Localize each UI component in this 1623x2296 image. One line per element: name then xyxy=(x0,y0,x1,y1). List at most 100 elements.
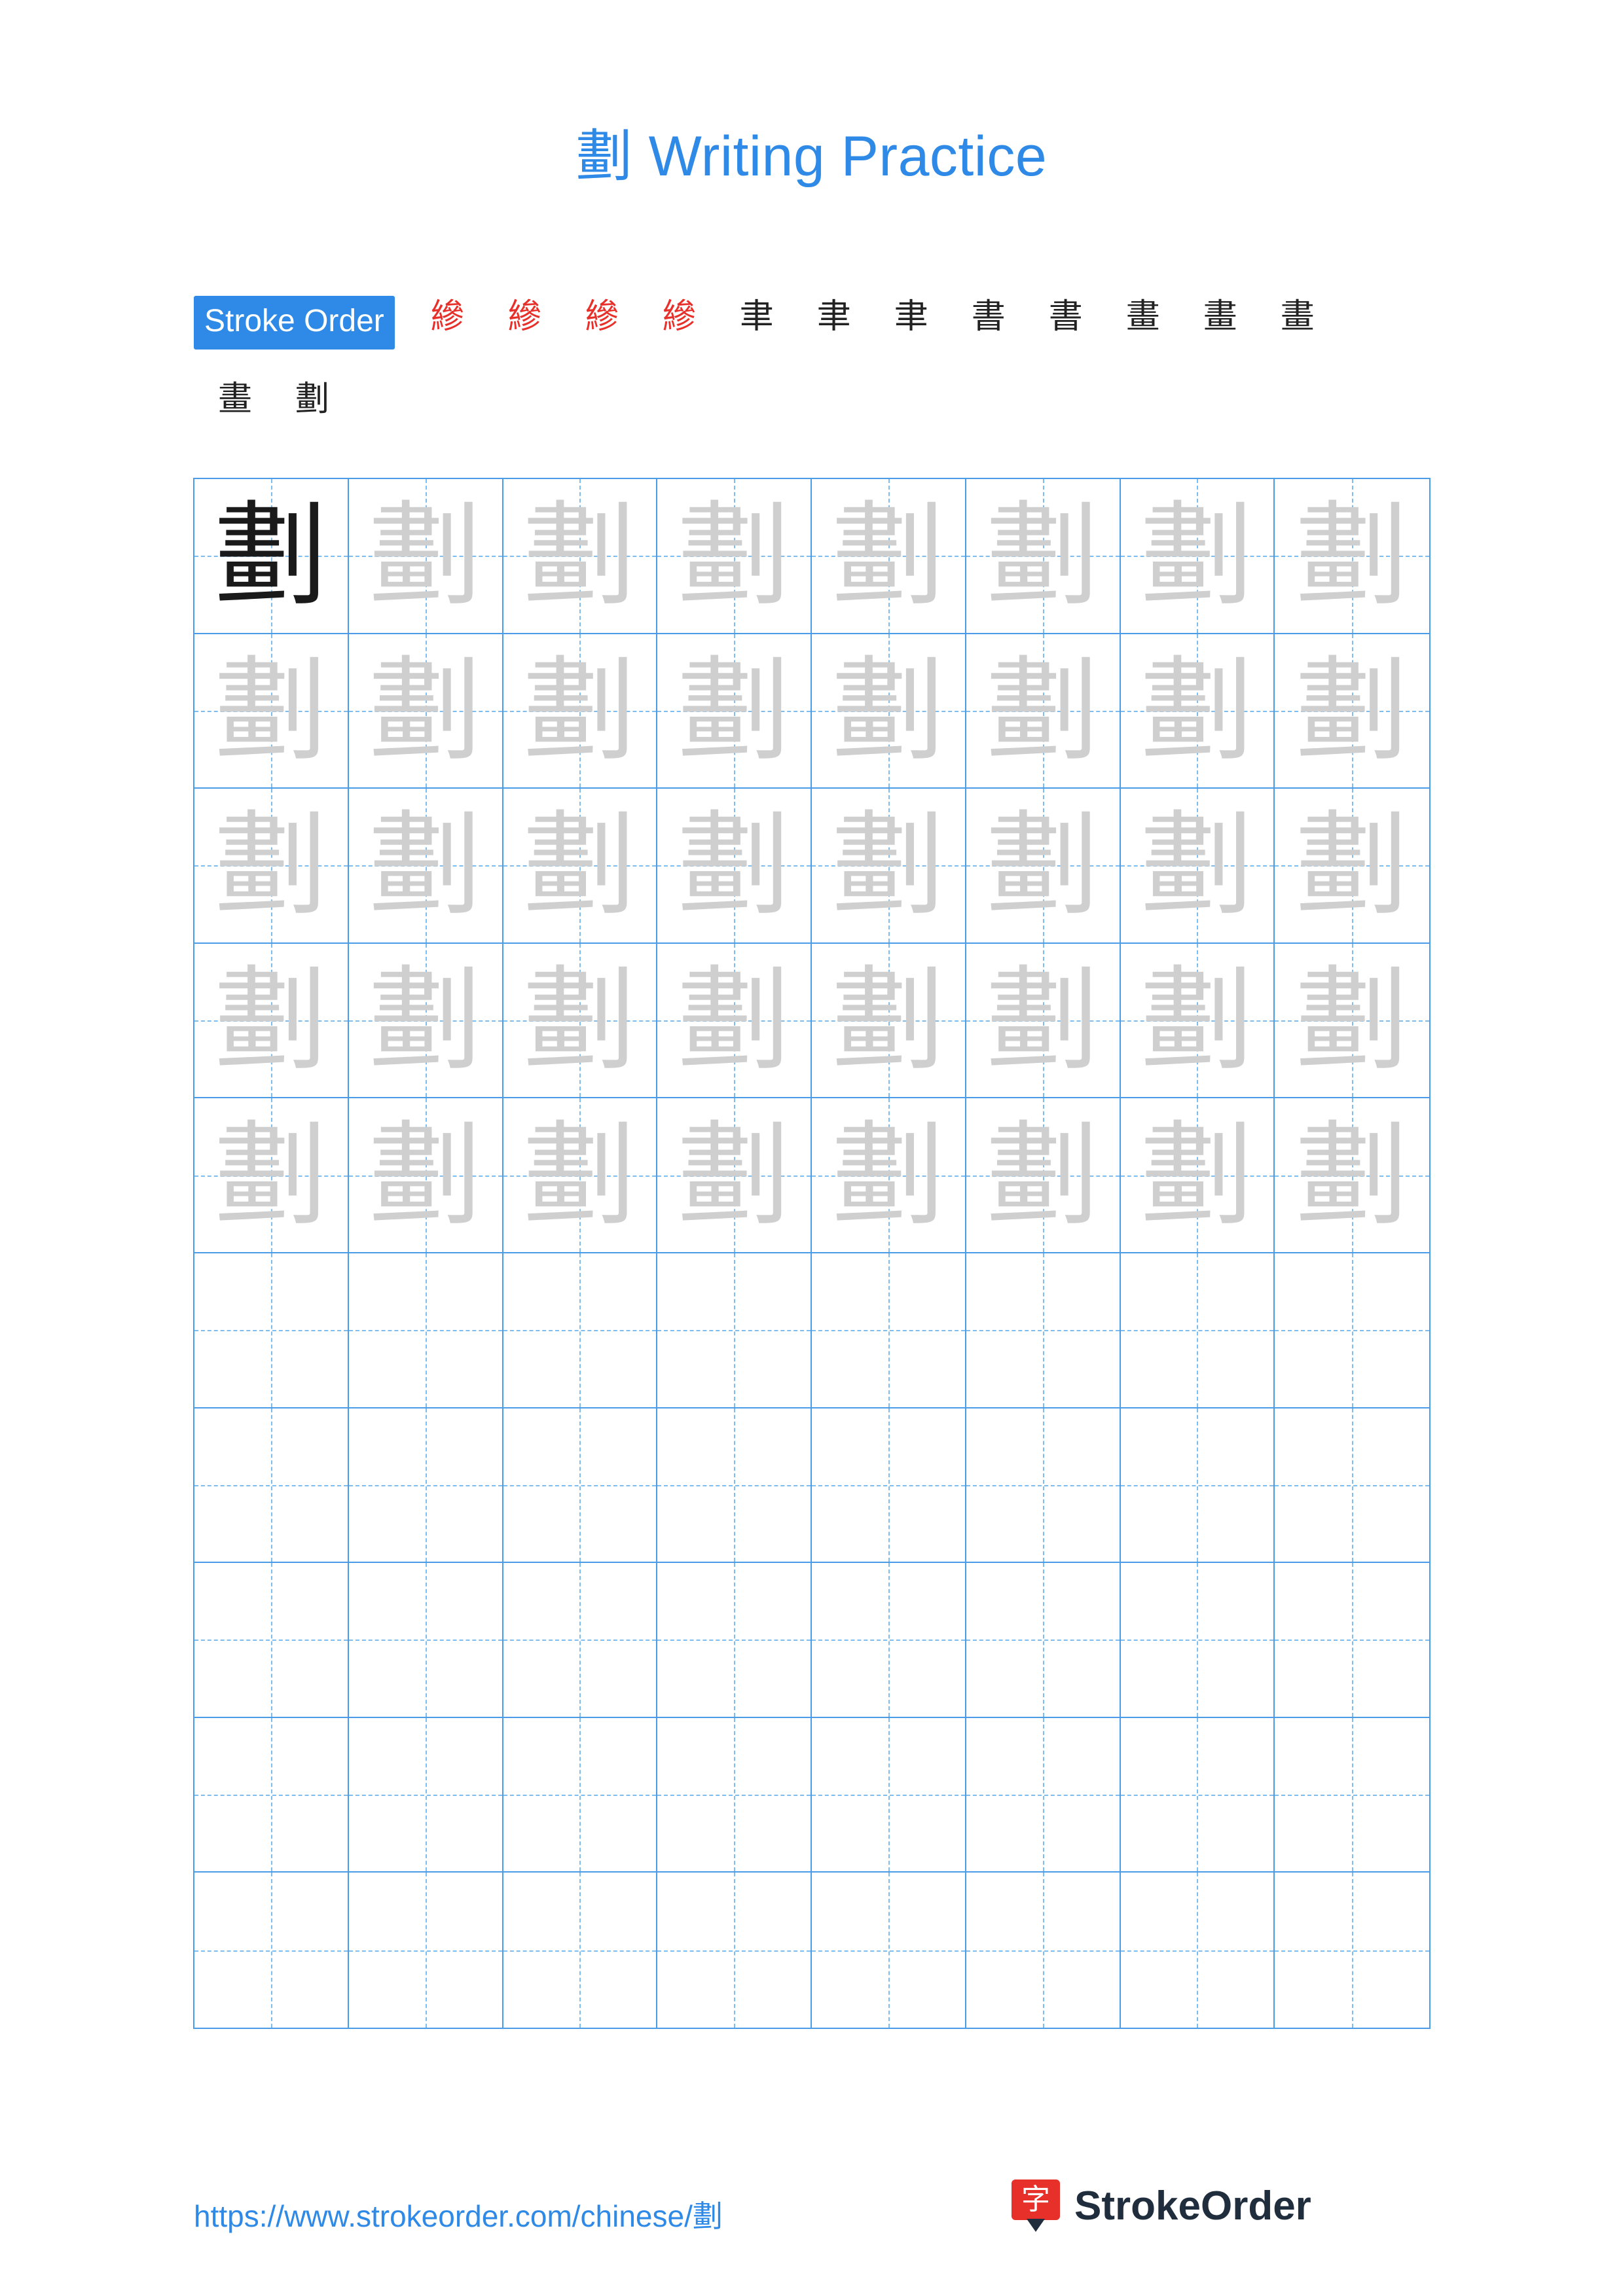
practice-cell xyxy=(1120,1717,1275,1873)
stroke-order-badge: Stroke Order xyxy=(194,296,395,350)
strokeorder-logo-icon: 字 xyxy=(1012,2179,1060,2232)
practice-cell xyxy=(194,1253,349,1408)
practice-cell: 劃 xyxy=(1275,634,1429,789)
practice-character: 劃 xyxy=(1140,644,1254,776)
practice-character: 劃 xyxy=(369,490,482,622)
practice-character: 劃 xyxy=(1140,490,1254,622)
practice-cell xyxy=(812,1253,966,1408)
practice-character: 劃 xyxy=(831,799,945,931)
practice-cell xyxy=(812,1408,966,1564)
page-title: 劃 Writing Practice xyxy=(575,125,1048,188)
practice-cell: 劃 xyxy=(1120,634,1275,789)
practice-cell: 劃 xyxy=(348,943,503,1099)
stroke-step-13: 畫 xyxy=(217,380,252,419)
practice-character: 劃 xyxy=(214,490,327,622)
practice-cell xyxy=(1120,1563,1275,1718)
practice-cell xyxy=(1275,1873,1429,2028)
practice-cell: 劃 xyxy=(657,634,812,789)
practice-cell xyxy=(1275,1408,1429,1564)
practice-cell xyxy=(812,1873,966,2028)
practice-cell: 劃 xyxy=(194,634,349,789)
brand-mark-pointer xyxy=(1027,2219,1045,2232)
practice-cell xyxy=(348,1873,503,2028)
practice-cell xyxy=(812,1563,966,1718)
stroke-order-row-1: Stroke Order 縿 縿 縿 縿 聿 聿 聿 書 書 畫 畫 畫 xyxy=(194,296,1438,367)
practice-cell xyxy=(194,1717,349,1873)
practice-cell xyxy=(348,1253,503,1408)
practice-cell xyxy=(1275,1563,1429,1718)
practice-cell: 劃 xyxy=(1120,479,1275,634)
practice-grid: 劃劃劃劃劃劃劃劃劃劃劃劃劃劃劃劃劃劃劃劃劃劃劃劃劃劃劃劃劃劃劃劃劃劃劃劃劃劃劃劃 xyxy=(193,478,1431,2029)
practice-character: 劃 xyxy=(523,799,636,931)
practice-character: 劃 xyxy=(678,644,791,776)
practice-cell: 劃 xyxy=(1120,943,1275,1099)
practice-character: 劃 xyxy=(1296,799,1409,931)
practice-cell: 劃 xyxy=(1120,1098,1275,1253)
stroke-step-11: 畫 xyxy=(1203,297,1237,336)
practice-cell: 劃 xyxy=(348,1098,503,1253)
stroke-step-10: 畫 xyxy=(1125,297,1160,336)
practice-character: 劃 xyxy=(986,644,1099,776)
practice-cell: 劃 xyxy=(966,789,1121,944)
footer-url[interactable]: https://www.strokeorder.com/chinese/劃 xyxy=(194,2193,723,2236)
practice-character: 劃 xyxy=(986,799,1099,931)
stroke-step-2: 縿 xyxy=(507,297,542,336)
practice-cell: 劃 xyxy=(657,1098,812,1253)
practice-character: 劃 xyxy=(831,1109,945,1241)
practice-character: 劃 xyxy=(523,954,636,1086)
practice-character: 劃 xyxy=(1296,1109,1409,1241)
stroke-order-row-2: 畫 劃 xyxy=(194,378,1438,449)
practice-cell xyxy=(503,1717,658,1873)
practice-cell xyxy=(194,1408,349,1564)
stroke-step-5: 聿 xyxy=(739,297,774,336)
practice-cell: 劃 xyxy=(812,943,966,1099)
stroke-step-9: 書 xyxy=(1048,297,1083,336)
practice-character: 劃 xyxy=(1140,1109,1254,1241)
practice-cell: 劃 xyxy=(503,479,658,634)
practice-character: 劃 xyxy=(214,799,327,931)
practice-cell: 劃 xyxy=(194,789,349,944)
practice-cell xyxy=(966,1563,1121,1718)
brand-mark-char: 字 xyxy=(1012,2179,1060,2220)
practice-cell: 劃 xyxy=(1275,479,1429,634)
stroke-step-4: 縿 xyxy=(662,297,697,336)
practice-cell xyxy=(657,1563,812,1718)
practice-character: 劃 xyxy=(986,490,1099,622)
practice-cell: 劃 xyxy=(1120,789,1275,944)
practice-character: 劃 xyxy=(678,799,791,931)
practice-cell: 劃 xyxy=(657,789,812,944)
stroke-step-12: 畫 xyxy=(1280,297,1315,336)
practice-character: 劃 xyxy=(369,954,482,1086)
practice-cell xyxy=(194,1563,349,1718)
practice-cell xyxy=(348,1717,503,1873)
practice-cell: 劃 xyxy=(348,634,503,789)
practice-cell: 劃 xyxy=(812,479,966,634)
practice-cell xyxy=(966,1873,1121,2028)
practice-character: 劃 xyxy=(831,954,945,1086)
practice-character: 劃 xyxy=(214,644,327,776)
practice-cell xyxy=(503,1873,658,2028)
practice-cell xyxy=(1275,1717,1429,1873)
practice-cell xyxy=(348,1408,503,1564)
practice-cell xyxy=(657,1408,812,1564)
practice-cell: 劃 xyxy=(503,1098,658,1253)
practice-cell: 劃 xyxy=(812,634,966,789)
practice-cell xyxy=(966,1408,1121,1564)
practice-character: 劃 xyxy=(369,644,482,776)
practice-character: 劃 xyxy=(1296,954,1409,1086)
practice-cell: 劃 xyxy=(657,943,812,1099)
practice-character: 劃 xyxy=(831,490,945,622)
practice-character: 劃 xyxy=(1296,490,1409,622)
practice-cell xyxy=(1275,1253,1429,1408)
practice-character: 劃 xyxy=(523,644,636,776)
practice-cell xyxy=(657,1717,812,1873)
practice-character: 劃 xyxy=(369,1109,482,1241)
practice-cell xyxy=(503,1563,658,1718)
practice-cell: 劃 xyxy=(657,479,812,634)
brand-logo: 字 StrokeOrder xyxy=(1012,2179,1311,2232)
practice-cell: 劃 xyxy=(348,789,503,944)
practice-cell xyxy=(503,1408,658,1564)
practice-cell: 劃 xyxy=(966,943,1121,1099)
stroke-step-8: 書 xyxy=(971,297,1006,336)
practice-cell xyxy=(966,1717,1121,1873)
